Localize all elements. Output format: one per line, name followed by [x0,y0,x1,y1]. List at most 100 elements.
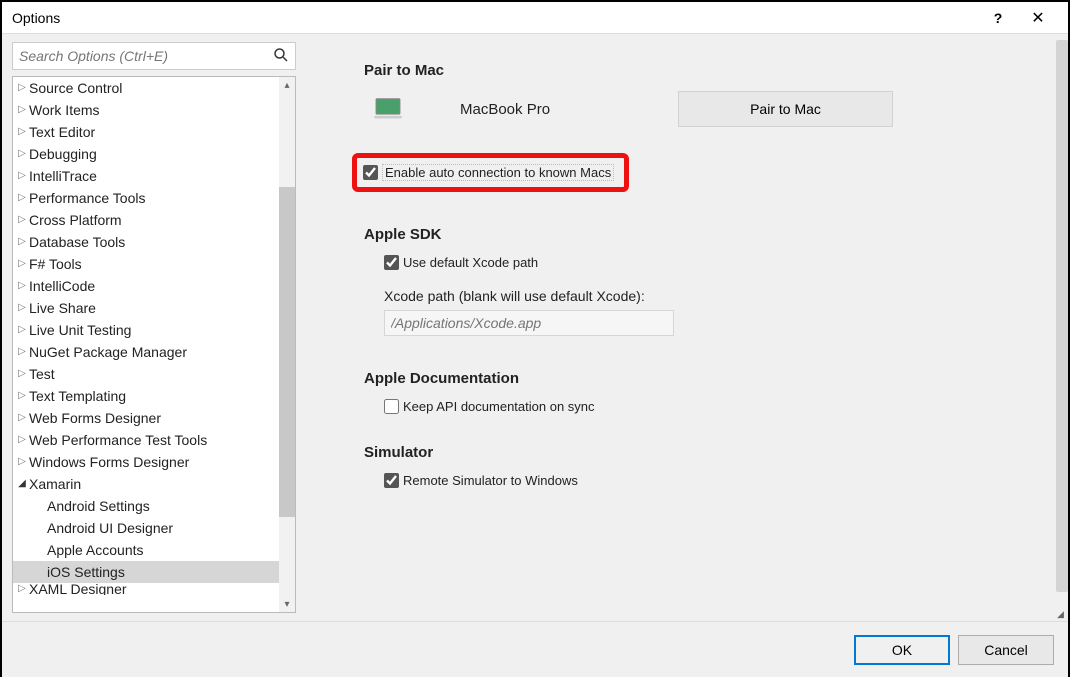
tree-scroll-thumb[interactable] [279,187,295,517]
use-default-xcode-checkbox[interactable] [384,255,399,270]
xcode-path-input[interactable] [384,310,674,336]
tree-item-performance-tools[interactable]: ▷Performance Tools [13,187,279,209]
tree-item-f-tools[interactable]: ▷F# Tools [13,253,279,275]
tree-item-label: Text Editor [27,121,95,143]
enable-auto-connection-checkbox[interactable] [363,165,378,180]
tree-item-label: Performance Tools [27,187,145,209]
chevron-right-icon: ▷ [17,121,27,143]
tree-item-label: F# Tools [27,253,82,275]
panel-scrollbar[interactable]: ◢ ◢ [1054,40,1068,615]
options-tree-panel: ▷Source Control▷Work Items▷Text Editor▷D… [2,34,304,621]
chevron-right-icon: ▷ [17,297,27,319]
panel-scroll-down-icon[interactable]: ◢ [1057,609,1067,619]
search-input[interactable] [12,42,296,70]
chevron-right-icon: ▷ [17,209,27,231]
tree-scrollbar[interactable]: ▴ ▾ [279,77,295,612]
mac-name: MacBook Pro [460,101,660,118]
tree-item-cross-platform[interactable]: ▷Cross Platform [13,209,279,231]
pair-to-mac-button[interactable]: Pair to Mac [678,91,893,127]
ok-button[interactable]: OK [854,635,950,665]
tree-item-label: Work Items [27,99,100,121]
tree-item-text-editor[interactable]: ▷Text Editor [13,121,279,143]
tree-item-label: XAML Designer [27,583,127,595]
mac-icon [374,97,402,121]
cancel-button[interactable]: Cancel [958,635,1054,665]
chevron-right-icon: ▷ [17,407,27,429]
chevron-right-icon: ▷ [17,583,27,595]
tree-item-android-ui-designer[interactable]: Android UI Designer [13,517,279,539]
remote-simulator-row[interactable]: Remote Simulator to Windows [384,473,1028,488]
keep-doc-sync-row[interactable]: Keep API documentation on sync [384,399,1028,414]
pair-heading: Pair to Mac [364,62,1028,79]
tree-item-debugging[interactable]: ▷Debugging [13,143,279,165]
help-button[interactable]: ? [978,2,1018,34]
tree-item-test[interactable]: ▷Test [13,363,279,385]
tree-item-label: Live Unit Testing [27,319,131,341]
tree-item-label: Xamarin [27,473,81,495]
apple-doc-heading: Apple Documentation [364,370,1028,387]
tree-item-label: Live Share [27,297,96,319]
tree-item-label: Debugging [27,143,97,165]
tree-item-web-performance-test-tools[interactable]: ▷Web Performance Test Tools [13,429,279,451]
apple-sdk-heading: Apple SDK [364,226,1028,243]
tree-item-windows-forms-designer[interactable]: ▷Windows Forms Designer [13,451,279,473]
keep-doc-sync-label: Keep API documentation on sync [403,399,595,414]
scroll-down-icon[interactable]: ▾ [279,596,295,612]
tree-item-label: Windows Forms Designer [27,451,189,473]
tree-item-nuget-package-manager[interactable]: ▷NuGet Package Manager [13,341,279,363]
chevron-right-icon: ▷ [17,451,27,473]
tree-item-android-settings[interactable]: Android Settings [13,495,279,517]
tree-item-web-forms-designer[interactable]: ▷Web Forms Designer [13,407,279,429]
tree-item-intellitrace[interactable]: ▷IntelliTrace [13,165,279,187]
tree-item-label: Android Settings [45,495,150,517]
chevron-down-icon: ◢ [17,473,27,495]
tree-item-intellicode[interactable]: ▷IntelliCode [13,275,279,297]
tree-item-database-tools[interactable]: ▷Database Tools [13,231,279,253]
remote-simulator-label: Remote Simulator to Windows [403,473,578,488]
tree-item-work-items[interactable]: ▷Work Items [13,99,279,121]
tree-item-xamarin[interactable]: ◢Xamarin [13,473,279,495]
simulator-heading: Simulator [364,444,1028,461]
tree-item-label: Web Performance Test Tools [27,429,207,451]
chevron-right-icon: ▷ [17,385,27,407]
tree-item-label: Test [27,363,55,385]
tree-item-label: Text Templating [27,385,126,407]
tree-item-label: Cross Platform [27,209,122,231]
chevron-right-icon: ▷ [17,253,27,275]
tree-item-live-share[interactable]: ▷Live Share [13,297,279,319]
chevron-right-icon: ▷ [17,143,27,165]
tree-item-label: Android UI Designer [45,517,173,539]
content-area: ▷Source Control▷Work Items▷Text Editor▷D… [2,34,1068,622]
use-default-xcode-row[interactable]: Use default Xcode path [384,255,1028,270]
titlebar: Options ? ✕ [2,2,1068,34]
chevron-right-icon: ▷ [17,165,27,187]
tree-item-live-unit-testing[interactable]: ▷Live Unit Testing [13,319,279,341]
window-title: Options [12,10,978,26]
highlight-box: Enable auto connection to known Macs [352,153,629,192]
dialog-footer: OK Cancel [2,622,1068,677]
chevron-right-icon: ▷ [17,231,27,253]
tree-item-apple-accounts[interactable]: Apple Accounts [13,539,279,561]
chevron-right-icon: ▷ [17,319,27,341]
tree-item-text-templating[interactable]: ▷Text Templating [13,385,279,407]
use-default-xcode-label: Use default Xcode path [403,255,538,270]
tree-item-ios-settings[interactable]: iOS Settings [13,561,279,583]
tree-item-xaml-designer[interactable]: ▷XAML Designer [13,583,279,595]
xcode-path-label: Xcode path (blank will use default Xcode… [384,288,1028,304]
chevron-right-icon: ▷ [17,363,27,385]
keep-doc-sync-checkbox[interactable] [384,399,399,414]
tree-item-label: Apple Accounts [45,539,144,561]
chevron-right-icon: ▷ [17,187,27,209]
enable-auto-connection-row[interactable]: Enable auto connection to known Macs [363,164,614,181]
tree-item-source-control[interactable]: ▷Source Control [13,77,279,99]
chevron-right-icon: ▷ [17,99,27,121]
chevron-right-icon: ▷ [17,429,27,451]
chevron-right-icon: ▷ [17,341,27,363]
chevron-right-icon: ▷ [17,275,27,297]
enable-auto-connection-label: Enable auto connection to known Macs [382,164,614,181]
panel-scroll-thumb[interactable] [1056,40,1068,592]
close-button[interactable]: ✕ [1018,2,1058,34]
tree-item-label: IntelliCode [27,275,95,297]
scroll-up-icon[interactable]: ▴ [279,77,295,93]
remote-simulator-checkbox[interactable] [384,473,399,488]
